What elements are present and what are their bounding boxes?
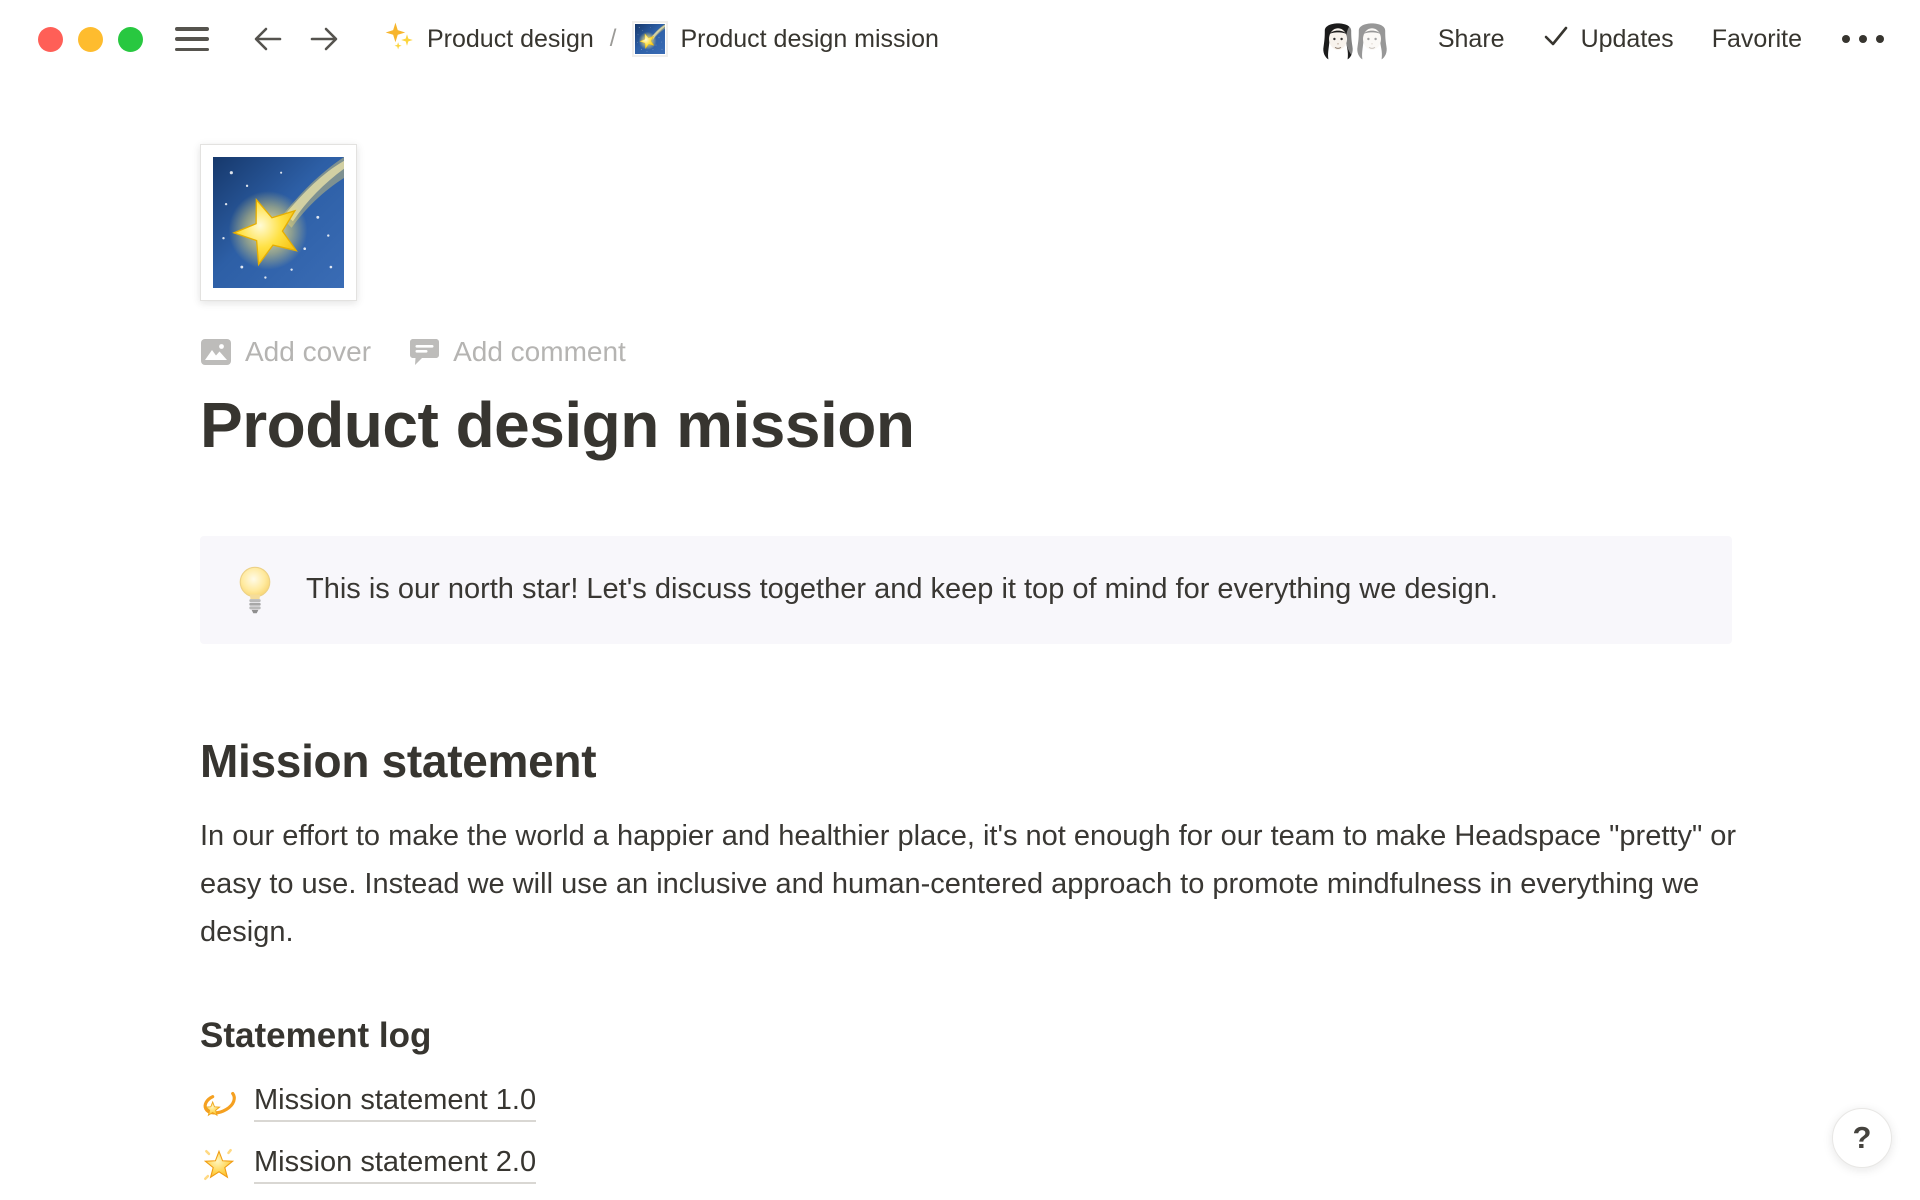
page-content: Add cover Add comment Product design mis… bbox=[0, 78, 1740, 1188]
more-options-icon[interactable] bbox=[1840, 29, 1886, 49]
sidebar-menu-icon[interactable] bbox=[175, 27, 209, 51]
dizzy-icon bbox=[200, 1084, 238, 1122]
add-cover-button[interactable]: Add cover bbox=[200, 336, 371, 368]
add-comment-button[interactable]: Add comment bbox=[409, 336, 626, 368]
mission-statement-paragraph[interactable]: In our effort to make the world a happie… bbox=[200, 812, 1745, 956]
breadcrumb-separator: / bbox=[610, 25, 617, 53]
statement-log-heading[interactable]: Statement log bbox=[200, 1016, 1740, 1056]
list-item: Mission statement 1.0 bbox=[200, 1080, 1740, 1126]
breadcrumb-item-product-design[interactable]: Product design bbox=[377, 16, 600, 63]
shooting-star-thumbnail-icon bbox=[632, 21, 668, 57]
breadcrumb-label: Product design mission bbox=[680, 25, 938, 54]
share-button-label: Share bbox=[1438, 25, 1505, 54]
window-controls bbox=[38, 27, 143, 52]
picture-icon bbox=[200, 338, 232, 366]
callout-text: This is our north star! Let's discuss to… bbox=[306, 568, 1498, 612]
breadcrumb: Product design / Product design mission bbox=[377, 16, 945, 63]
help-button[interactable]: ? bbox=[1832, 1108, 1892, 1168]
updates-button-label: Updates bbox=[1581, 25, 1674, 54]
back-arrow-icon[interactable] bbox=[249, 20, 287, 58]
page-title[interactable]: Product design mission bbox=[200, 387, 1740, 464]
help-button-label: ? bbox=[1853, 1120, 1872, 1156]
add-cover-label: Add cover bbox=[245, 336, 371, 368]
mission-statement-1-link[interactable]: Mission statement 1.0 bbox=[254, 1084, 536, 1122]
callout-block[interactable]: This is our north star! Let's discuss to… bbox=[200, 536, 1732, 644]
zoom-window-button[interactable] bbox=[118, 27, 143, 52]
topbar-actions: Share Updates Favorite bbox=[1314, 15, 1886, 63]
close-window-button[interactable] bbox=[38, 27, 63, 52]
notion-window: Product design / Product design mission bbox=[0, 0, 1920, 1200]
mission-statement-2-link[interactable]: Mission statement 2.0 bbox=[254, 1146, 536, 1184]
glowing-star-icon bbox=[200, 1146, 238, 1184]
add-comment-label: Add comment bbox=[453, 336, 626, 368]
collaborator-avatars bbox=[1314, 15, 1396, 63]
mission-statement-heading[interactable]: Mission statement bbox=[200, 734, 1740, 788]
list-item: Mission statement 2.0 bbox=[200, 1142, 1740, 1188]
favorite-button-label: Favorite bbox=[1712, 25, 1802, 54]
lightbulb-icon bbox=[234, 566, 276, 614]
collaborator-avatar-inactive[interactable] bbox=[1348, 15, 1396, 63]
share-button[interactable]: Share bbox=[1438, 25, 1505, 54]
sparkles-icon bbox=[383, 20, 415, 59]
updates-button[interactable]: Updates bbox=[1543, 24, 1674, 55]
topbar: Product design / Product design mission bbox=[0, 0, 1920, 78]
comment-icon bbox=[409, 338, 440, 367]
favorite-button[interactable]: Favorite bbox=[1712, 25, 1802, 54]
forward-arrow-icon[interactable] bbox=[305, 20, 343, 58]
minimize-window-button[interactable] bbox=[78, 27, 103, 52]
breadcrumb-label: Product design bbox=[427, 25, 594, 54]
page-meta-actions: Add cover Add comment bbox=[200, 333, 1740, 371]
breadcrumb-item-product-design-mission[interactable]: Product design mission bbox=[626, 17, 944, 61]
checkmark-icon bbox=[1543, 24, 1569, 55]
statement-log-links: Mission statement 1.0 Mission statement … bbox=[200, 1080, 1740, 1188]
page-icon-shooting-star[interactable] bbox=[200, 144, 357, 301]
